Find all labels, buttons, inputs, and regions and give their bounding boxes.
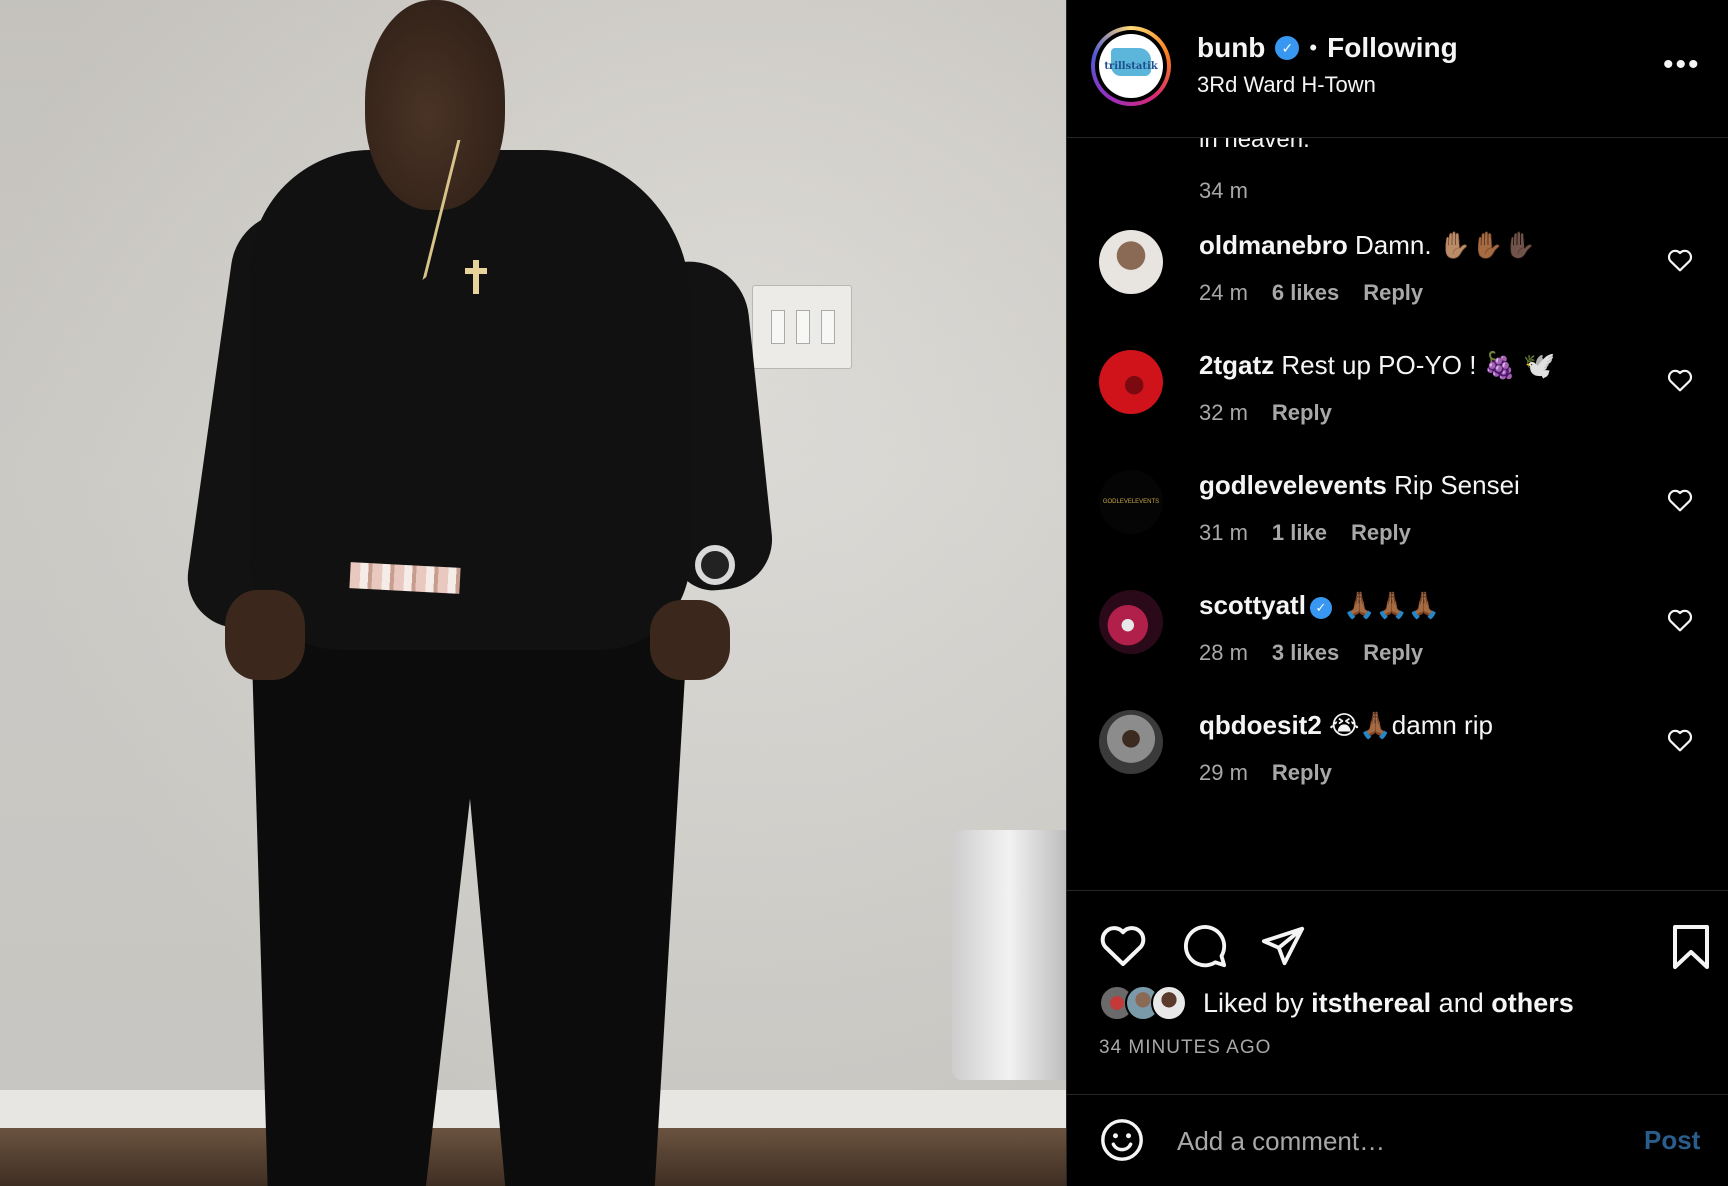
commenter-avatar[interactable] <box>1099 350 1163 414</box>
comment-text-line: scottyatl ✓ 🙏🏾🙏🏾🙏🏾 <box>1199 590 1440 621</box>
more-options-icon[interactable]: ••• <box>1663 48 1701 82</box>
commenter-username[interactable]: qbdoesit2 <box>1199 710 1322 740</box>
post-comment-button[interactable]: Post <box>1644 1125 1700 1156</box>
post-photo[interactable] <box>0 0 1066 1186</box>
comment-meta: 28 m 3 likes Reply <box>1199 640 1423 666</box>
comment-time[interactable]: 31 m <box>1199 520 1248 546</box>
partial-comment-text: in heaven. <box>1199 138 1310 153</box>
author-avatar-border: trillstatik <box>1095 30 1167 102</box>
bookmark-icon[interactable] <box>1671 923 1711 971</box>
photo-legs <box>250 590 690 1186</box>
reply-button[interactable]: Reply <box>1363 640 1423 666</box>
comments-list[interactable]: in heaven. 34 m oldmanebro Damn. ✋🏽✋🏾✋🏿 … <box>1067 138 1728 890</box>
paper-plane-icon[interactable] <box>1259 923 1307 969</box>
partial-comment-time: 34 m <box>1199 178 1248 203</box>
post-header: trillstatik bunb ✓ • Following 3Rd Ward … <box>1067 0 1728 138</box>
reply-button[interactable]: Reply <box>1363 280 1423 306</box>
liked-by-text: Liked by itsthereal and others <box>1203 988 1574 1019</box>
comment-time[interactable]: 28 m <box>1199 640 1248 666</box>
comment-likes[interactable]: 1 like <box>1272 520 1327 546</box>
comment-meta: 24 m 6 likes Reply <box>1199 280 1423 306</box>
heart-icon[interactable] <box>1667 608 1693 632</box>
reply-button[interactable]: Reply <box>1272 400 1332 426</box>
liked-by-others-link[interactable]: others <box>1491 988 1574 1018</box>
comment-text-line: godlevelevents Rip Sensei <box>1199 470 1520 501</box>
liker-avatar[interactable] <box>1151 985 1187 1021</box>
following-button[interactable]: Following <box>1327 32 1458 64</box>
heart-icon[interactable] <box>1667 248 1693 272</box>
reply-button[interactable]: Reply <box>1351 520 1411 546</box>
comment-body: Rip Sensei <box>1394 470 1520 500</box>
comment-item: GODLEVELEVENTS godlevelevents Rip Sensei… <box>1067 470 1728 590</box>
author-avatar[interactable]: trillstatik <box>1091 26 1171 106</box>
post-actions: Liked by itsthereal and others 34 MINUTE… <box>1067 890 1728 1095</box>
commenter-avatar[interactable] <box>1099 590 1163 654</box>
commenter-username[interactable]: scottyatl <box>1199 590 1306 620</box>
verified-badge-icon: ✓ <box>1275 36 1300 60</box>
commenter-username[interactable]: oldmanebro <box>1199 230 1348 260</box>
heart-icon[interactable] <box>1099 923 1147 967</box>
verified-badge-icon: ✓ <box>1309 597 1332 619</box>
comment-meta: 32 m Reply <box>1199 400 1332 426</box>
post-side-panel: trillstatik bunb ✓ • Following 3Rd Ward … <box>1066 0 1728 1186</box>
commenter-avatar[interactable] <box>1099 710 1163 774</box>
liked-by-row: Liked by itsthereal and others <box>1099 985 1574 1021</box>
comment-text-line: qbdoesit2 😭🙏🏾damn rip <box>1199 710 1493 741</box>
comment-composer: Post <box>1067 1095 1728 1186</box>
smiley-icon[interactable] <box>1099 1117 1145 1163</box>
comment-item: scottyatl ✓ 🙏🏾🙏🏾🙏🏾 28 m 3 likes Reply <box>1067 590 1728 710</box>
instagram-post-view: trillstatik bunb ✓ • Following 3Rd Ward … <box>0 0 1728 1186</box>
commenter-avatar-text: GODLEVELEVENTS <box>1102 499 1160 505</box>
comment-time[interactable]: 24 m <box>1199 280 1248 306</box>
post-timestamp[interactable]: 34 MINUTES AGO <box>1099 1037 1271 1059</box>
photo-hand <box>225 590 305 680</box>
heart-icon[interactable] <box>1667 368 1693 392</box>
reply-button[interactable]: Reply <box>1272 760 1332 786</box>
comment-text-line: oldmanebro Damn. ✋🏽✋🏾✋🏿 <box>1199 230 1536 261</box>
liked-by-username[interactable]: itsthereal <box>1311 988 1431 1018</box>
liked-by-prefix: Liked by <box>1203 987 1304 1018</box>
photo-person <box>181 0 810 1186</box>
heart-icon[interactable] <box>1667 488 1693 512</box>
heart-icon[interactable] <box>1667 728 1693 752</box>
commenter-username[interactable]: 2tgatz <box>1199 350 1274 380</box>
commenter-avatar[interactable]: GODLEVELEVENTS <box>1099 470 1163 534</box>
commenter-avatar[interactable] <box>1099 230 1163 294</box>
author-avatar-image: trillstatik <box>1099 34 1163 98</box>
comment-body: Rest up PO-YO ! 🍇 🕊️ <box>1281 350 1556 380</box>
comment-icon[interactable] <box>1181 923 1229 969</box>
comment-body: 🙏🏾🙏🏾🙏🏾 <box>1343 590 1441 620</box>
comment-likes[interactable]: 3 likes <box>1272 640 1339 666</box>
post-location[interactable]: 3Rd Ward H-Town <box>1197 72 1376 98</box>
photo-bin <box>952 830 1066 1080</box>
comment-item: oldmanebro Damn. ✋🏽✋🏾✋🏿 24 m 6 likes Rep… <box>1067 230 1728 350</box>
separator-dot: • <box>1309 35 1318 60</box>
comment-text-line: 2tgatz Rest up PO-YO ! 🍇 🕊️ <box>1199 350 1556 381</box>
photo-watch <box>695 545 735 585</box>
photo-cross-pendant <box>465 260 487 294</box>
comment-meta: 31 m 1 like Reply <box>1199 520 1411 546</box>
commenter-username[interactable]: godlevelevents <box>1199 470 1387 500</box>
comment-item: 2tgatz Rest up PO-YO ! 🍇 🕊️ 32 m Reply <box>1067 350 1728 470</box>
comment-item: qbdoesit2 😭🙏🏾damn rip 29 m Reply <box>1067 710 1728 830</box>
comment-time[interactable]: 32 m <box>1199 400 1248 426</box>
comment-body: Damn. ✋🏽✋🏾✋🏿 <box>1355 230 1536 260</box>
comment-meta: 29 m Reply <box>1199 760 1332 786</box>
photo-hand <box>650 600 730 680</box>
comment-input[interactable] <box>1177 1121 1577 1161</box>
author-username[interactable]: bunb <box>1197 32 1265 64</box>
liked-by-and: and <box>1438 987 1484 1018</box>
comment-body: 😭🙏🏾damn rip <box>1329 710 1493 740</box>
comment-likes[interactable]: 6 likes <box>1272 280 1339 306</box>
author-row: bunb ✓ • Following <box>1197 32 1458 64</box>
photo-switch <box>821 310 835 344</box>
avatar-text: trillstatik <box>1104 60 1158 72</box>
comment-time[interactable]: 29 m <box>1199 760 1248 786</box>
